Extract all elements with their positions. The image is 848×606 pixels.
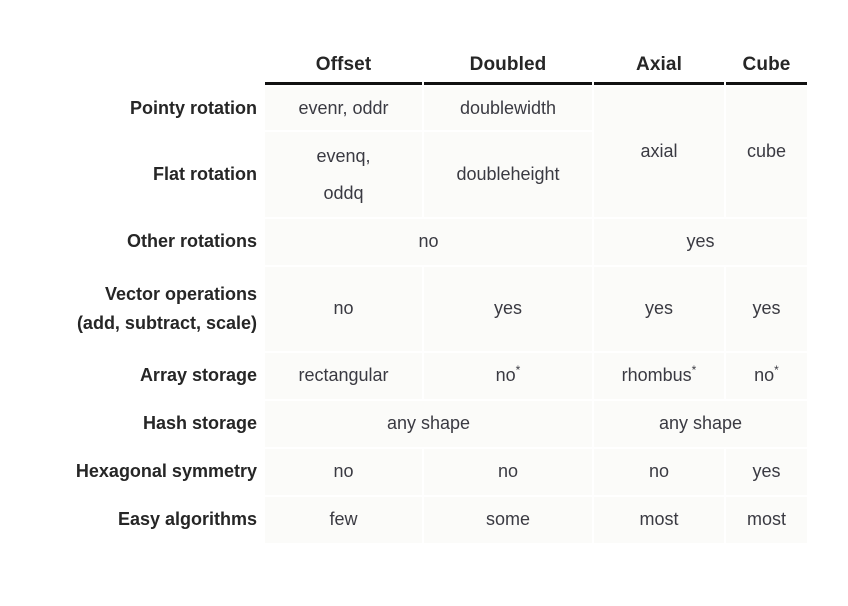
cell-easy-algorithms-offset: few (265, 497, 422, 543)
footnote-marker-asterisk: * (515, 363, 521, 378)
row-label-hash-storage: Hash storage (2, 401, 263, 447)
footnote-marker-asterisk: * (774, 363, 779, 378)
cell-text: no (754, 365, 775, 386)
cell-easy-algorithms-axial: most (594, 497, 724, 543)
table-row: Vector operations (add, subtract, scale)… (2, 267, 807, 351)
table-row: Array storage rectangular no* rhombus* n… (2, 353, 807, 399)
row-label-easy-algorithms: Easy algorithms (2, 497, 263, 543)
cell-hash-storage-axial-cube: any shape (594, 401, 807, 447)
row-label-other-rotations: Other rotations (2, 219, 263, 265)
row-label-pointy-rotation: Pointy rotation (2, 87, 263, 130)
cell-pointy-rotation-doubled: doublewidth (424, 87, 592, 130)
column-header-cube: Cube (726, 24, 807, 85)
cell-pointy-rotation-offset: evenr, oddr (265, 87, 422, 130)
cell-vector-operations-doubled: yes (424, 267, 592, 351)
cell-vector-operations-offset: no (265, 267, 422, 351)
cell-array-storage-axial: rhombus* (594, 353, 724, 399)
table-row: Hexagonal symmetry no no no yes (2, 449, 807, 495)
cell-vector-operations-cube: yes (726, 267, 807, 351)
cell-other-rotations-axial-cube: yes (594, 219, 807, 265)
cell-text: no (495, 365, 516, 386)
cell-hash-storage-offset-doubled: any shape (265, 401, 592, 447)
table-row: Easy algorithms few some most most (2, 497, 807, 543)
cell-easy-algorithms-cube: most (726, 497, 807, 543)
cell-array-storage-offset: rectangular (265, 353, 422, 399)
cell-vector-operations-axial: yes (594, 267, 724, 351)
cell-flat-rotation-doubled: doubleheight (424, 132, 592, 217)
table-row: Hash storage any shape any shape (2, 401, 807, 447)
table-header-row: Offset Doubled Axial Cube (2, 24, 807, 85)
cell-rotation-cube: cube (726, 87, 807, 217)
cell-array-storage-doubled: no* (424, 353, 592, 399)
cell-hexagonal-symmetry-offset: no (265, 449, 422, 495)
table-row: Pointy rotation evenr, oddr doublewidth … (2, 87, 807, 217)
footnote-marker-asterisk: * (691, 363, 697, 378)
row-label-hexagonal-symmetry: Hexagonal symmetry (2, 449, 263, 495)
cell-other-rotations-offset-doubled: no (265, 219, 592, 265)
cell-array-storage-cube: no* (726, 353, 807, 399)
cell-flat-rotation-offset: evenq, oddq (265, 132, 422, 217)
row-label-array-storage: Array storage (2, 353, 263, 399)
cell-hexagonal-symmetry-cube: yes (726, 449, 807, 495)
page-root: Offset Doubled Axial Cube Pointy rotatio… (0, 0, 848, 606)
column-header-offset: Offset (265, 24, 422, 85)
cell-rotation-axial: axial (594, 87, 724, 217)
column-header-doubled: Doubled (424, 24, 592, 85)
cell-hexagonal-symmetry-doubled: no (424, 449, 592, 495)
table-corner-cell (2, 24, 263, 85)
cell-hexagonal-symmetry-axial: no (594, 449, 724, 495)
coordinate-systems-comparison-table: Offset Doubled Axial Cube Pointy rotatio… (0, 22, 809, 545)
table-row: Other rotations no yes (2, 219, 807, 265)
column-header-axial: Axial (594, 24, 724, 85)
row-label-flat-rotation: Flat rotation (2, 132, 263, 217)
cell-easy-algorithms-doubled: some (424, 497, 592, 543)
row-label-vector-operations: Vector operations (add, subtract, scale) (2, 267, 263, 351)
cell-text: rhombus (621, 365, 692, 386)
